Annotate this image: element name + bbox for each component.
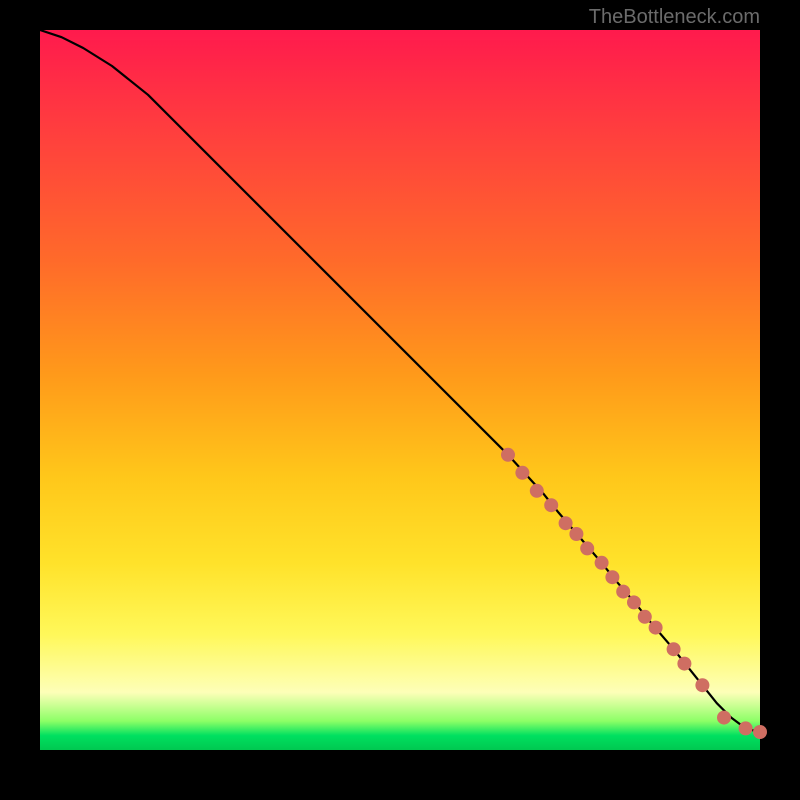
scatter-points (501, 448, 767, 739)
scatter-point (569, 527, 583, 541)
scatter-point (501, 448, 515, 462)
scatter-point (677, 657, 691, 671)
attribution-label: TheBottleneck.com (589, 6, 760, 29)
scatter-point (559, 516, 573, 530)
scatter-point (739, 721, 753, 735)
scatter-point (695, 678, 709, 692)
scatter-point (638, 610, 652, 624)
scatter-point (515, 466, 529, 480)
scatter-point (530, 484, 544, 498)
plot-area (40, 30, 760, 750)
scatter-point (627, 595, 641, 609)
scatter-point (595, 556, 609, 570)
curve-layer (40, 30, 760, 750)
scatter-point (717, 711, 731, 725)
scatter-point (616, 585, 630, 599)
scatter-point (544, 498, 558, 512)
scatter-point (649, 621, 663, 635)
scatter-point (605, 570, 619, 584)
scatter-point (753, 725, 767, 739)
scatter-point (580, 541, 594, 555)
chart-frame: TheBottleneck.com (0, 0, 800, 800)
scatter-point (667, 642, 681, 656)
